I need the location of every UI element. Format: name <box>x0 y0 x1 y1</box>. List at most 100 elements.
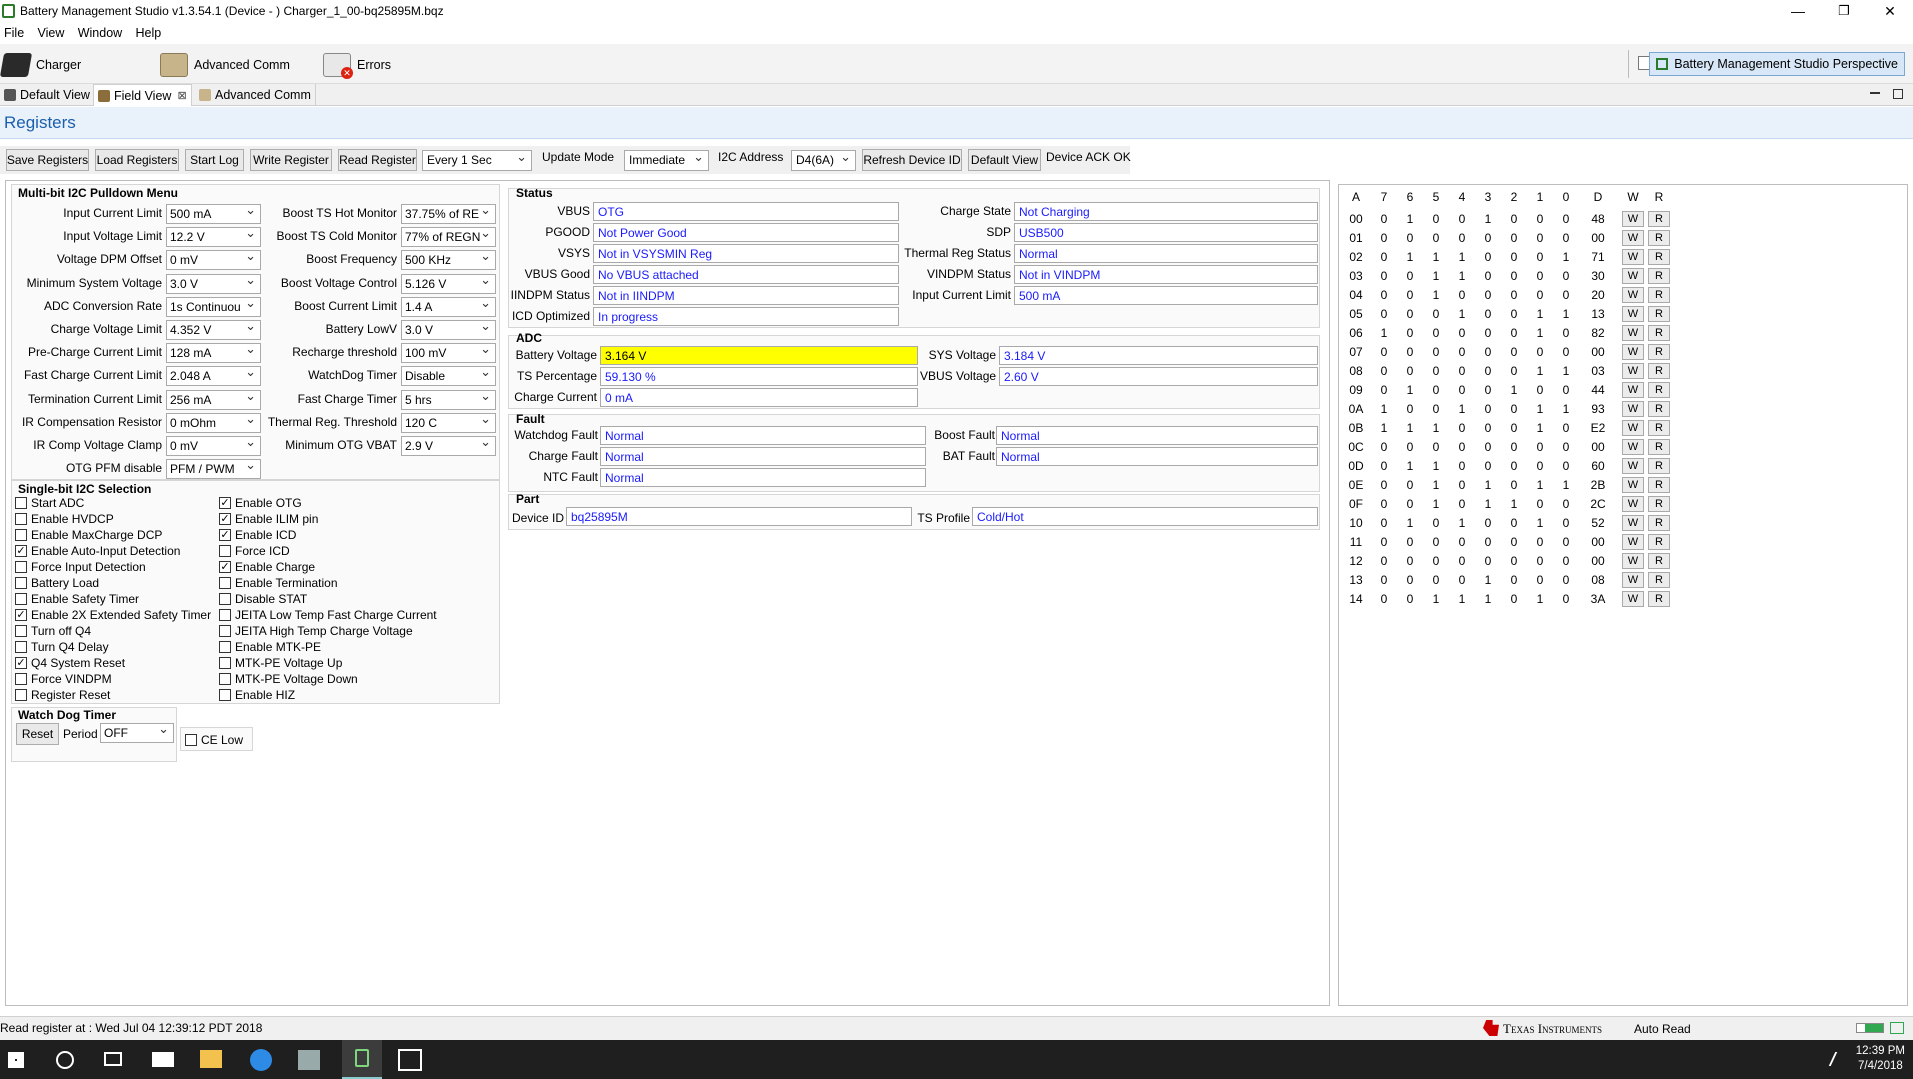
register-bit[interactable]: 0 <box>1397 497 1423 511</box>
register-bit[interactable]: 0 <box>1553 231 1579 245</box>
register-bit[interactable]: 0 <box>1527 459 1553 473</box>
register-read-button[interactable]: R <box>1648 515 1670 531</box>
register-bit[interactable]: 1 <box>1475 497 1501 511</box>
register-read-button[interactable]: R <box>1648 325 1670 341</box>
register-bit[interactable]: 0 <box>1475 288 1501 302</box>
checkbox-box[interactable] <box>219 641 231 653</box>
register-bit[interactable]: 0 <box>1449 383 1475 397</box>
register-bit[interactable]: 0 <box>1475 364 1501 378</box>
register-bit[interactable]: 0 <box>1397 364 1423 378</box>
register-read-button[interactable]: R <box>1648 230 1670 246</box>
checkbox-box[interactable] <box>219 593 231 605</box>
close-button[interactable]: ✕ <box>1867 0 1913 24</box>
register-bit[interactable]: 0 <box>1553 535 1579 549</box>
register-bit[interactable]: 0 <box>1423 516 1449 530</box>
register-bit[interactable]: 0 <box>1475 345 1501 359</box>
checkbox-box[interactable] <box>15 625 27 637</box>
singlebit-checkbox[interactable]: Turn Q4 Delay <box>15 640 109 654</box>
register-bit[interactable]: 0 <box>1501 592 1527 606</box>
register-bit[interactable]: 0 <box>1527 440 1553 454</box>
register-bit[interactable]: 0 <box>1527 535 1553 549</box>
register-bit[interactable]: 0 <box>1449 478 1475 492</box>
register-bit[interactable]: 0 <box>1527 212 1553 226</box>
register-write-button[interactable]: W <box>1622 420 1644 436</box>
multibit-select[interactable]: 3.0 V <box>401 320 496 340</box>
register-bit[interactable]: 1 <box>1423 497 1449 511</box>
register-bit[interactable]: 0 <box>1449 554 1475 568</box>
refresh-device-id-button[interactable]: Refresh Device ID <box>862 149 962 171</box>
checkbox-box[interactable] <box>15 529 27 541</box>
register-read-button[interactable]: R <box>1648 439 1670 455</box>
register-bit[interactable]: 0 <box>1397 402 1423 416</box>
register-bit[interactable]: 1 <box>1449 307 1475 321</box>
register-bit[interactable]: 0 <box>1449 231 1475 245</box>
register-bit[interactable]: 1 <box>1475 592 1501 606</box>
menu-window[interactable]: Window <box>78 24 128 40</box>
register-write-button[interactable]: W <box>1622 249 1644 265</box>
singlebit-checkbox[interactable]: MTK-PE Voltage Up <box>219 656 342 670</box>
checkbox-box[interactable] <box>219 577 231 589</box>
register-bit[interactable]: 0 <box>1423 231 1449 245</box>
register-bit[interactable]: 1 <box>1397 250 1423 264</box>
auto-read-indicator[interactable] <box>1856 1023 1884 1033</box>
multibit-select[interactable]: 77% of REGN <box>401 227 496 248</box>
register-write-button[interactable]: W <box>1622 477 1644 493</box>
minimize-view-icon[interactable] <box>1870 92 1880 94</box>
register-write-button[interactable]: W <box>1622 344 1644 360</box>
tab-advanced-comm[interactable]: Advanced Comm <box>195 84 316 106</box>
register-bit[interactable]: 0 <box>1397 592 1423 606</box>
singlebit-checkbox[interactable]: ✓ Enable Auto-Input Detection <box>15 544 180 558</box>
register-bit[interactable]: 1 <box>1449 592 1475 606</box>
register-bit[interactable]: 0 <box>1371 307 1397 321</box>
register-bit[interactable]: 0 <box>1449 440 1475 454</box>
register-write-button[interactable]: W <box>1622 401 1644 417</box>
register-bit[interactable]: 0 <box>1527 231 1553 245</box>
multibit-select[interactable]: 1.4 A <box>401 296 496 317</box>
register-bit[interactable]: 0 <box>1371 440 1397 454</box>
register-bit[interactable]: 0 <box>1397 573 1423 587</box>
register-bit[interactable]: 1 <box>1475 478 1501 492</box>
singlebit-checkbox[interactable]: Start ADC <box>15 496 84 510</box>
register-bit[interactable]: 0 <box>1423 440 1449 454</box>
update-mode-select[interactable]: Immediate <box>624 150 709 171</box>
register-bit[interactable]: 0 <box>1501 269 1527 283</box>
multibit-select[interactable]: 256 mA <box>166 389 261 410</box>
restore-button[interactable]: ❐ <box>1821 0 1867 24</box>
register-bit[interactable]: 1 <box>1553 250 1579 264</box>
register-read-button[interactable]: R <box>1648 572 1670 588</box>
multibit-select[interactable]: 128 mA <box>166 343 261 364</box>
register-bit[interactable]: 0 <box>1501 212 1527 226</box>
register-bit[interactable]: 0 <box>1423 535 1449 549</box>
register-bit[interactable]: 0 <box>1449 573 1475 587</box>
register-bit[interactable]: 1 <box>1553 402 1579 416</box>
register-write-button[interactable]: W <box>1622 534 1644 550</box>
register-bit[interactable]: 1 <box>1527 421 1553 435</box>
task-view-icon[interactable] <box>104 1052 122 1066</box>
minimize-button[interactable]: — <box>1775 0 1821 24</box>
register-bit[interactable]: 0 <box>1397 307 1423 321</box>
register-bit[interactable]: 0 <box>1449 345 1475 359</box>
register-write-button[interactable]: W <box>1622 230 1644 246</box>
multibit-select[interactable]: 2.048 A <box>166 366 261 387</box>
menu-help[interactable]: Help <box>136 24 168 40</box>
start-log-button[interactable]: Start Log <box>185 149 244 171</box>
register-bit[interactable]: 0 <box>1371 288 1397 302</box>
close-tab-icon[interactable]: ⊠ <box>177 89 186 102</box>
menu-file[interactable]: File <box>4 24 30 40</box>
menu-view[interactable]: View <box>38 24 71 40</box>
register-bit[interactable]: 0 <box>1371 250 1397 264</box>
tab-field-view[interactable]: Field View ⊠ <box>93 84 192 106</box>
checkbox-box[interactable]: ✓ <box>219 513 231 525</box>
register-bit[interactable]: 1 <box>1501 497 1527 511</box>
register-bit[interactable]: 0 <box>1501 250 1527 264</box>
register-bit[interactable]: 0 <box>1527 345 1553 359</box>
singlebit-checkbox[interactable]: ✓ Enable ILIM pin <box>219 512 318 526</box>
register-bit[interactable]: 0 <box>1527 269 1553 283</box>
multibit-select[interactable]: 37.75% of RE <box>401 204 496 224</box>
register-bit[interactable]: 0 <box>1475 402 1501 416</box>
singlebit-checkbox[interactable]: Enable Termination <box>219 576 338 590</box>
taskbar-clock[interactable]: 12:39 PM 7/4/2018 <box>1856 1044 1905 1074</box>
multibit-select[interactable]: Disable <box>401 366 496 387</box>
singlebit-checkbox[interactable]: JEITA Low Temp Fast Charge Current <box>219 608 437 622</box>
tab-default-view[interactable]: Default View <box>0 84 95 106</box>
